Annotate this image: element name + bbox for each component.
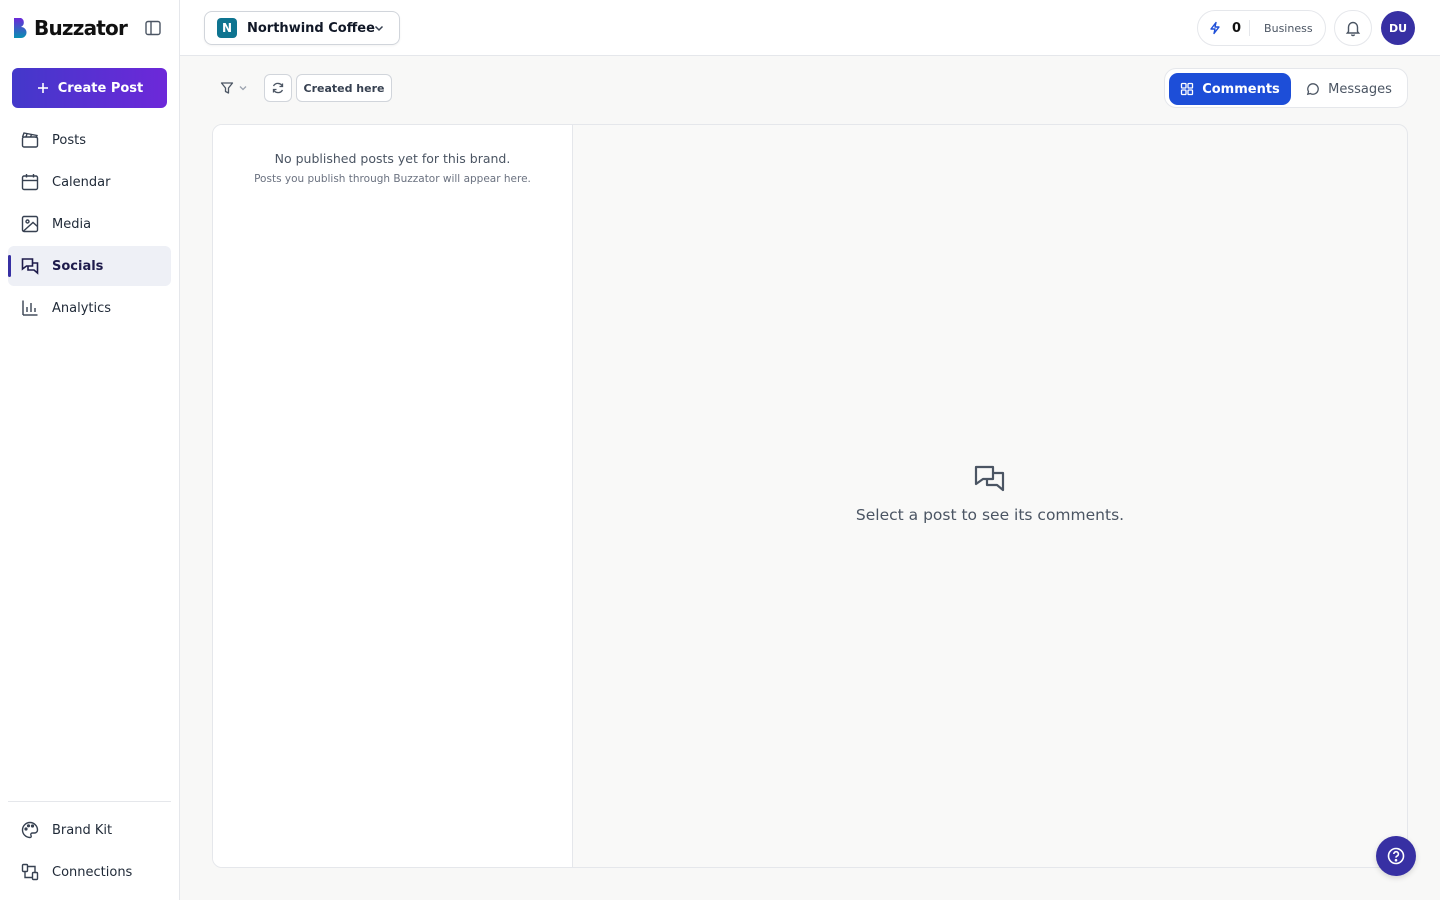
tab-messages[interactable]: Messages (1293, 73, 1405, 105)
top-bar: N Northwind Coffee 0 Business DU (180, 0, 1440, 56)
logo-row: Buzzator (0, 0, 179, 56)
create-post-label: Create Post (57, 80, 144, 96)
sidebar-item-analytics[interactable]: Analytics (8, 288, 171, 328)
app-logo[interactable]: Buzzator (12, 16, 128, 40)
credits-divider (1249, 20, 1251, 36)
message-circle-icon (1307, 83, 1319, 96)
image-icon (21, 215, 39, 233)
notifications-button[interactable] (1334, 10, 1372, 46)
sidebar-item-calendar[interactable]: Calendar (8, 162, 171, 202)
sidebar-toggle-icon[interactable] (144, 19, 162, 37)
sidebar-item-media[interactable]: Media (8, 204, 171, 244)
sidebar-bottom-nav: Brand Kit Connections (8, 801, 171, 894)
credits-badge[interactable]: 0 Business (1197, 10, 1326, 46)
posts-list: No published posts yet for this brand. P… (213, 125, 573, 867)
sidebar-item-connections[interactable]: Connections (8, 852, 171, 892)
sidebar-item-label: Media (52, 216, 92, 232)
comments-empty-text: Select a post to see its comments. (855, 506, 1125, 524)
help-button[interactable] (1376, 836, 1416, 876)
tab-messages-label: Messages (1328, 81, 1392, 97)
filter-icon (220, 82, 234, 94)
lightning-icon (1210, 21, 1220, 35)
refresh-button[interactable] (264, 74, 292, 102)
chat-bubbles-icon (974, 465, 1005, 492)
user-avatar[interactable]: DU (1381, 11, 1415, 45)
tab-comments-label: Comments (1202, 81, 1280, 97)
brand-initial-badge: N (217, 18, 237, 38)
tab-comments[interactable]: Comments (1169, 73, 1291, 105)
sidebar-item-label: Analytics (52, 300, 112, 316)
sidebar-item-label: Posts (52, 132, 86, 148)
chevron-down-icon (374, 25, 384, 32)
refresh-icon (272, 82, 284, 94)
plus-icon (37, 83, 48, 93)
created-here-filter[interactable]: Created here (296, 74, 392, 102)
comments-detail: Select a post to see its comments. (573, 125, 1407, 867)
chevron-down-icon (239, 86, 247, 91)
create-post-button[interactable]: Create Post (12, 68, 167, 108)
clapperboard-icon (21, 132, 39, 148)
brand-selector[interactable]: N Northwind Coffee (204, 11, 400, 45)
brand-name: Northwind Coffee (247, 20, 375, 36)
sidebar-item-posts[interactable]: Posts (8, 120, 171, 160)
connections-icon (21, 863, 39, 881)
sidebar-item-socials[interactable]: Socials (8, 246, 171, 286)
sidebar-item-label: Socials (52, 258, 104, 274)
calendar-icon (21, 174, 39, 191)
bell-icon (1345, 21, 1361, 37)
filter-button[interactable] (212, 74, 256, 102)
credits-count: 0 (1232, 20, 1242, 36)
grid-icon (1181, 82, 1194, 96)
palette-icon (21, 821, 39, 839)
sidebar: Buzzator Create Post Posts Calendar Medi… (0, 0, 180, 900)
sidebar-nav: Posts Calendar Media Socials Analytics (8, 120, 171, 330)
buzzator-logo-icon (14, 18, 27, 38)
sidebar-item-label: Connections (52, 864, 133, 880)
posts-empty-subtitle: Posts you publish through Buzzator will … (254, 173, 531, 185)
plan-label: Business (1264, 21, 1313, 35)
socials-panel: No published posts yet for this brand. P… (212, 124, 1408, 868)
sidebar-item-label: Brand Kit (52, 822, 113, 838)
chat-bubbles-icon (21, 258, 39, 275)
view-toggle: Comments Messages (1164, 68, 1408, 108)
help-circle-icon (1387, 847, 1405, 865)
bar-chart-icon (22, 300, 38, 316)
posts-empty-title: No published posts yet for this brand. (274, 151, 511, 166)
app-logo-text: Buzzator (34, 16, 128, 40)
sidebar-item-brand-kit[interactable]: Brand Kit (8, 810, 171, 850)
sidebar-item-label: Calendar (52, 174, 111, 190)
